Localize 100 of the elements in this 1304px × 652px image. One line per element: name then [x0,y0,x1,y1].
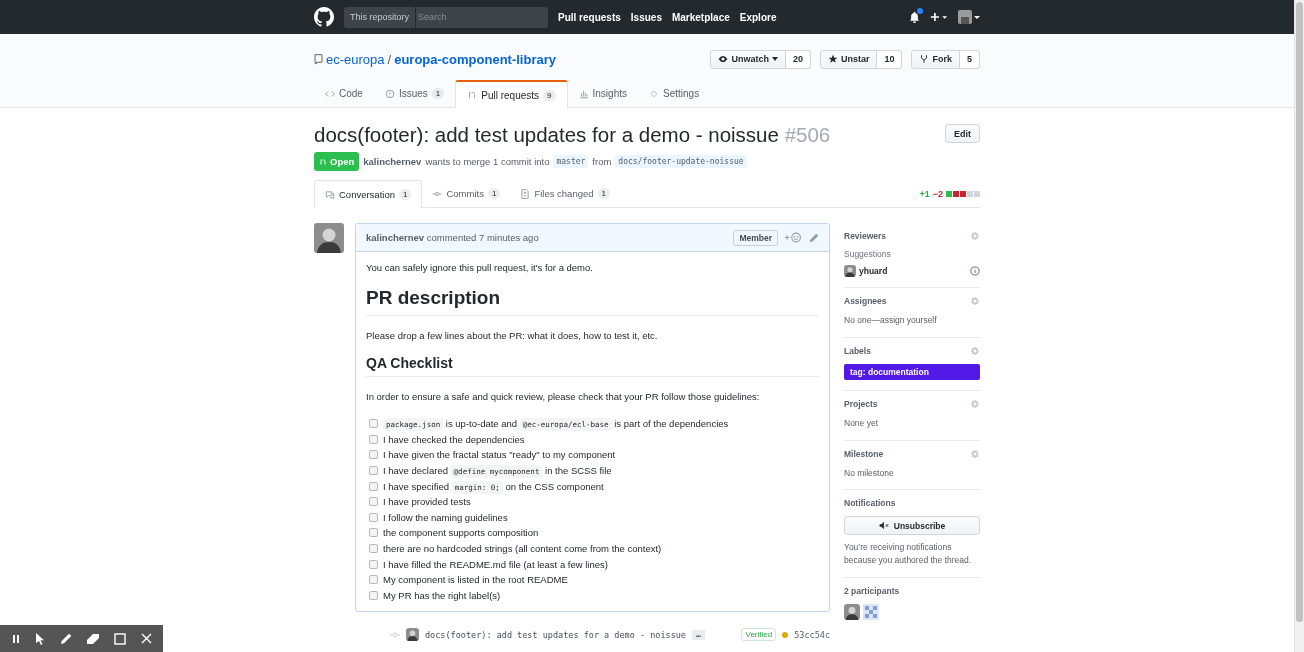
unsubscribe-button[interactable]: Unsubscribe [844,516,980,536]
checkbox[interactable] [369,434,378,444]
search-field[interactable]: Search [416,6,548,28]
commit-message[interactable]: docs(footer): add test updates for a demo - noissue [425,629,686,640]
repo-tab[interactable]: Settings [638,80,711,107]
from-text: from [592,156,612,167]
description-text: Please drop a few lines about the PR: what it does, how to test it, etc. [366,330,659,341]
repo-tab[interactable]: Code [314,80,374,107]
author-link[interactable]: kalinchernev [363,156,422,167]
checkbox[interactable] [369,419,378,429]
checkbox[interactable] [369,544,378,554]
committer-avatar [406,628,419,642]
repo-tab[interactable]: Pull requests 9 [455,80,568,108]
issue-icon [384,88,395,99]
pr-tab[interactable]: Conversation 1 [314,180,423,208]
author-avatar [314,223,344,253]
pr-tab[interactable]: Files changed 1 [510,180,620,207]
nav-link[interactable]: Marketplace [671,11,730,23]
suggestions-label: Suggestions [844,249,892,259]
checklist-item-text: I have filled the README.md file (at least a few lines) [383,558,608,570]
checklist-item-text: My component is listed in the root README [383,574,568,586]
participant-avatar [844,603,860,620]
pr-tab[interactable]: Commits 1 [422,180,511,207]
count-label[interactable]: 20 [785,49,811,69]
section-text: None yet [844,416,880,430]
pointer-icon[interactable] [35,632,46,645]
section-title: Assignees [844,296,887,306]
head-branch[interactable]: docs/footer-update-noissue [615,155,747,168]
code-icon [325,88,335,99]
nav-link[interactable]: Explore [739,11,777,23]
diffstat-icon [946,190,980,197]
nav-link[interactable]: Pull requests [558,11,621,23]
section-text: No one—assign yourself [844,314,938,327]
scrollbar[interactable] [1296,2,1303,622]
checkbox[interactable] [369,528,378,538]
logo-icon[interactable] [314,7,334,27]
star-button[interactable]: Unstar [819,49,878,69]
count-label[interactable]: 10 [877,49,903,69]
file-icon [520,188,531,199]
add-reaction-icon[interactable] [784,232,803,243]
comment-icon [325,189,335,200]
checklist-item-text: the component supports composition [383,527,539,539]
checkbox[interactable] [369,481,378,491]
checklist-item-text: I have checked the dependencies [383,433,525,445]
section-text: No milestone [844,466,895,480]
repo-icon [314,53,323,65]
label-tag[interactable]: tag: documentation [844,363,980,380]
scope-button[interactable]: This repository [344,6,417,28]
participant-avatar[interactable] [863,603,879,620]
section-title: Notifications [844,498,896,509]
fork-button[interactable]: Fork [911,49,960,69]
user-avatar [844,265,856,277]
pr-icon [467,90,478,100]
path-separator: / [387,51,392,67]
checklist-item-text: I have given the fractal status "ready" to my component [383,449,616,461]
checkbox[interactable] [369,559,378,569]
commit-sha-link[interactable]: 53cc54c [794,629,830,640]
close-icon[interactable] [140,633,152,644]
avatar-menu-icon[interactable] [958,10,980,24]
checklist-item-text: there are no hardcoded strings (all content come from the context) [383,543,662,555]
base-branch[interactable]: master [553,155,589,168]
graph-icon [578,88,589,99]
caret-icon [771,57,778,61]
expand-button[interactable]: … [692,629,705,640]
plus-icon[interactable] [930,12,948,22]
section-title: Milestone [844,448,884,459]
section-title: 2 participants [844,585,900,596]
pr-icon [319,156,327,167]
search-bar[interactable]: This repository Search [344,6,548,28]
info-icon[interactable] [970,266,980,276]
checkbox[interactable] [369,497,378,507]
highlighter-icon[interactable] [86,632,101,645]
heading: PR description [366,287,819,316]
repo-name-link[interactable]: europa-component-library [394,51,556,67]
edit-button[interactable]: Edit [945,124,980,143]
comment-header-text: kalinchernev commented 7 minutes ago [366,232,540,243]
pause-icon[interactable] [11,633,22,644]
subheading: QA Checklist [366,355,819,377]
merge-text: wants to merge 1 commit into [425,156,550,167]
checkbox[interactable] [369,590,378,600]
repo-tab[interactable]: Insights [567,80,638,107]
checkbox[interactable] [369,450,378,460]
additions-count: +1 [919,188,930,199]
checkbox[interactable] [369,512,378,522]
nav-link[interactable]: Issues [630,11,662,23]
checkbox[interactable] [369,466,378,476]
rectangle-icon[interactable] [114,632,127,645]
pencil-icon[interactable] [59,632,72,645]
bell-icon[interactable] [909,11,920,23]
checkbox[interactable] [369,575,378,585]
reviewer-name[interactable]: yhuard [859,266,888,276]
count-label[interactable]: 5 [960,49,980,69]
section-title: Reviewers [844,231,887,241]
owner-link[interactable]: ec-europa [326,51,385,67]
watch-button[interactable]: Unwatch [710,49,786,69]
mute-icon [878,521,890,531]
checklist-item-text: I have provided tests [383,496,471,508]
section-title: Projects [844,398,878,409]
deletions-count: −2 [932,188,943,199]
repo-tab[interactable]: Issues 1 [373,80,456,107]
